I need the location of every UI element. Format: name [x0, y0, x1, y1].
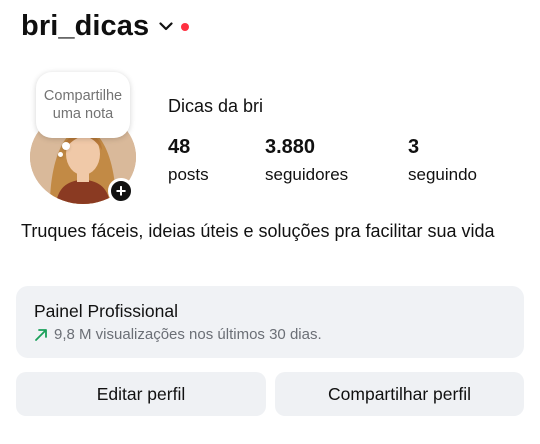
display-name: Dicas da bri — [168, 96, 264, 116]
stat-label: posts — [168, 165, 209, 184]
trend-up-icon — [35, 329, 47, 341]
panel-subtitle-row: 9,8 M visualizações nos últimos 30 dias. — [34, 326, 506, 344]
stat-following[interactable]: 3 seguindo — [408, 136, 477, 185]
stat-label: seguidores — [265, 165, 349, 184]
profile-bio: Truques fáceis, ideias úteis e soluções … — [21, 221, 495, 241]
username[interactable]: bri_dicas — [21, 10, 149, 43]
note-bubble-tail-small — [58, 152, 63, 157]
notification-dot — [181, 22, 190, 31]
profile-header: bri_dicas — [21, 10, 190, 43]
note-bubble-tail — [62, 142, 70, 150]
stat-posts[interactable]: 48 posts — [168, 136, 209, 185]
panel-title: Painel Profissional — [34, 301, 178, 321]
share-profile-button[interactable]: Compartilhar perfil — [275, 372, 524, 416]
panel-subtitle: 9,8 M visualizações nos últimos 30 dias. — [54, 326, 322, 343]
stat-value: 3 — [408, 136, 420, 158]
stat-value: 48 — [168, 136, 191, 158]
note-text: Compartilhe uma nota — [43, 88, 123, 122]
stat-label: seguindo — [408, 165, 478, 184]
edit-profile-button[interactable]: Editar perfil — [16, 372, 266, 416]
note-bubble[interactable]: Compartilhe uma nota — [36, 72, 130, 138]
professional-dashboard[interactable]: Painel Profissional 9,8 M visualizações … — [16, 286, 524, 358]
stat-followers[interactable]: 3.880 seguidores — [265, 136, 348, 185]
stat-value: 3.880 — [265, 136, 316, 158]
chevron-down-icon[interactable] — [157, 18, 175, 36]
add-story-button[interactable]: + — [108, 178, 134, 204]
